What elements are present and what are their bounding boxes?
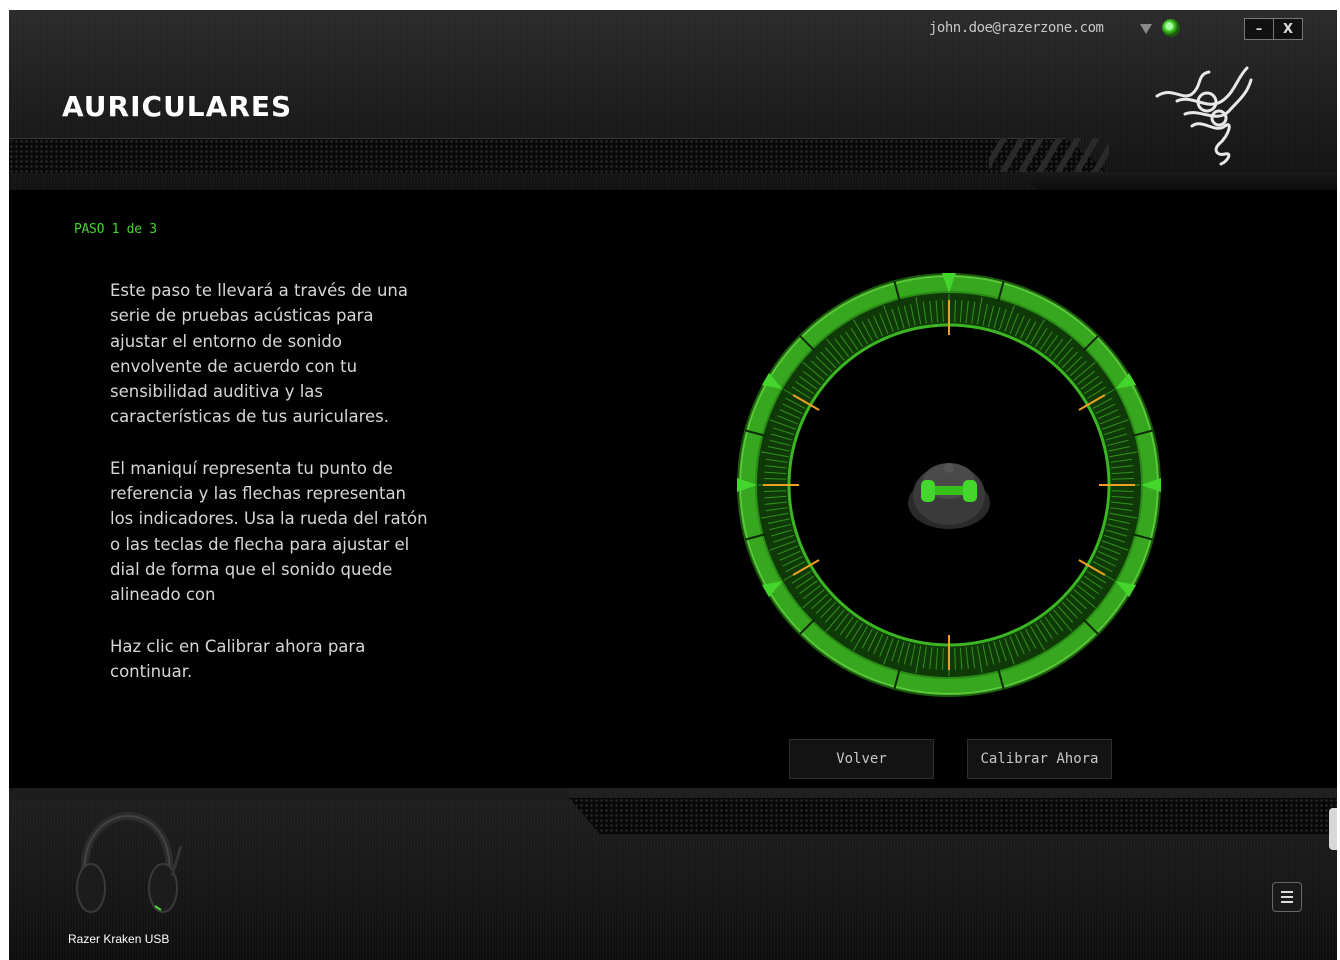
footer-band — [569, 798, 1337, 834]
instruction-paragraph: Haz clic en Calibrar ahora para continua… — [110, 636, 366, 681]
dropdown-arrow-icon[interactable] — [1140, 24, 1152, 34]
menu-icon — [1281, 891, 1293, 893]
razer-logo-icon — [1155, 66, 1253, 166]
listener-head-icon — [908, 463, 990, 529]
header: AURICULARES john.doe@razerzone.com – X — [9, 10, 1337, 190]
header-edge — [1019, 172, 1337, 190]
app-window: AURICULARES john.doe@razerzone.com – X P… — [9, 10, 1337, 960]
instruction-paragraph: El maniquí representa tu punto de refere… — [110, 458, 428, 605]
instructions: Este paso te llevará a través de una ser… — [110, 278, 430, 710]
device-name: Razer Kraken USB — [68, 932, 170, 946]
calibration-dial[interactable] — [729, 265, 1169, 705]
side-tab[interactable] — [1329, 808, 1337, 850]
footer: Razer Kraken USB — [9, 788, 1337, 960]
page-title: AURICULARES — [62, 90, 293, 123]
back-button[interactable]: Volver — [789, 739, 934, 779]
header-stripes — [989, 138, 1109, 172]
header-band — [9, 138, 1109, 173]
footer-tab — [9, 788, 569, 800]
menu-button[interactable] — [1272, 882, 1302, 912]
close-button[interactable]: X — [1273, 19, 1302, 39]
minimize-button[interactable]: – — [1245, 19, 1273, 39]
instruction-paragraph: Este paso te llevará a través de una ser… — [110, 281, 408, 427]
calibrate-now-button[interactable]: Calibrar Ahora — [967, 739, 1112, 779]
window-controls: – X — [1244, 18, 1303, 40]
headset-icon[interactable] — [67, 806, 187, 926]
menu-icon — [1281, 901, 1293, 903]
user-email[interactable]: john.doe@razerzone.com — [929, 20, 1104, 36]
step-indicator: PASO 1 de 3 — [74, 222, 157, 237]
status-icon[interactable] — [1162, 19, 1180, 37]
menu-icon — [1281, 896, 1293, 898]
